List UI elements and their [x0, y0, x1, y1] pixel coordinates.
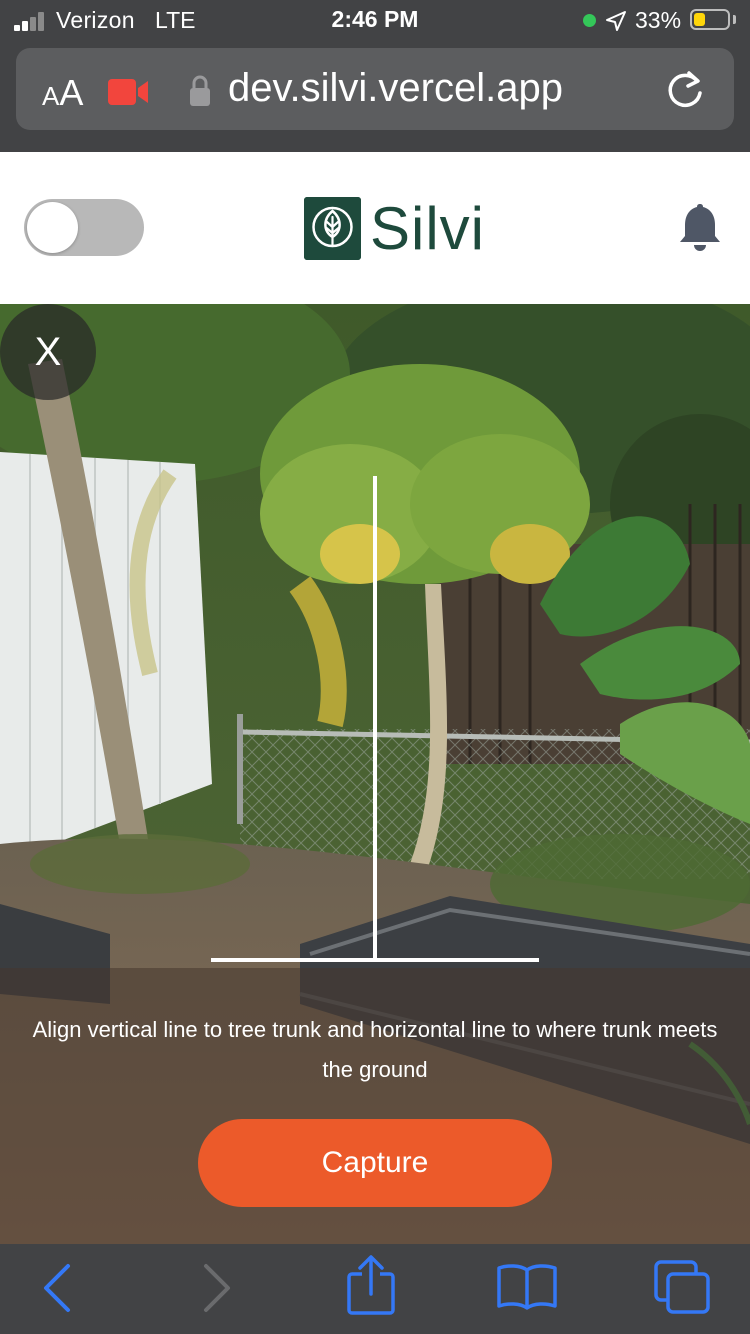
tabs-icon[interactable]: [654, 1260, 712, 1316]
back-arrow-icon[interactable]: [40, 1262, 74, 1314]
video-camera-icon[interactable]: [108, 79, 150, 105]
status-bar: Verizon LTE 2:46 PM 33%: [0, 0, 750, 42]
reload-icon[interactable]: [664, 69, 706, 111]
bookmarks-icon[interactable]: [496, 1262, 558, 1312]
browser-toolbar: [0, 1244, 750, 1334]
text-size-large-a: A: [59, 72, 84, 113]
address-bar[interactable]: AA dev.silvi.vercel.app: [16, 48, 734, 130]
battery-percentage: 33%: [635, 7, 682, 33]
lock-icon: [190, 75, 210, 106]
horizontal-guide-line[interactable]: [211, 958, 539, 962]
text-size-button[interactable]: AA: [42, 72, 83, 114]
toggle-knob: [27, 202, 78, 253]
browser-chrome: AA dev.silvi.vercel.app: [0, 42, 750, 152]
bell-icon[interactable]: [676, 200, 724, 256]
text-size-small-a: A: [42, 81, 60, 111]
battery-cap: [733, 15, 736, 24]
brand-name: Silvi: [370, 195, 486, 262]
close-camera-button[interactable]: X: [0, 304, 96, 400]
location-arrow-icon: [606, 11, 626, 31]
instruction-text: Align vertical line to tree trunk and ho…: [32, 1017, 718, 1082]
silvi-logo-icon: [304, 197, 361, 260]
forward-arrow-icon[interactable]: [200, 1262, 234, 1314]
url-text[interactable]: dev.silvi.vercel.app: [228, 66, 563, 111]
mode-toggle[interactable]: [24, 199, 144, 256]
recording-dot-icon: [583, 14, 596, 27]
battery-icon: [690, 9, 730, 30]
app-header: Silvi: [0, 152, 750, 304]
battery-level-fill: [694, 13, 705, 26]
capture-button[interactable]: Capture: [198, 1119, 552, 1207]
vertical-guide-line[interactable]: [373, 476, 377, 960]
share-icon[interactable]: [344, 1254, 398, 1316]
camera-view: X Align vertical line to tree trunk and …: [0, 304, 750, 1244]
